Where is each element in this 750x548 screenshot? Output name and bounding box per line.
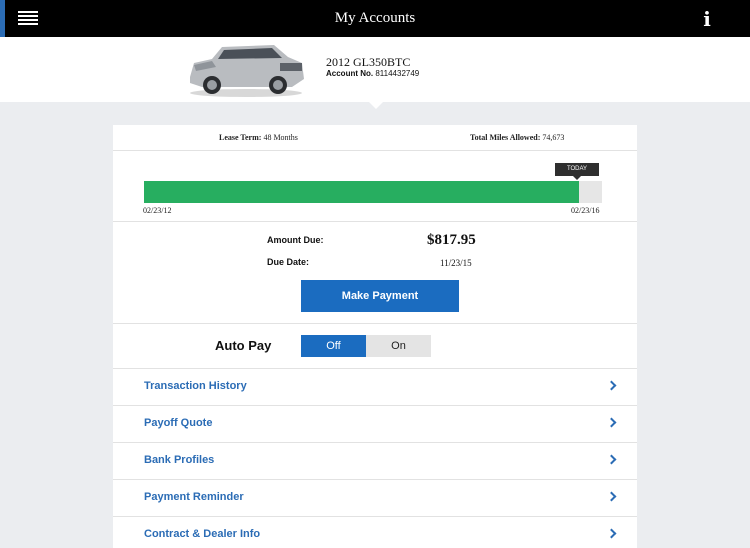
today-marker: TODAY (555, 163, 599, 180)
menu-item-bank-profiles[interactable]: Bank Profiles (113, 443, 637, 480)
menu-item-transaction-history[interactable]: Transaction History (113, 369, 637, 406)
miles-allowed-label: Total Miles Allowed: (470, 133, 541, 142)
lease-start-date: 02/23/12 (143, 206, 172, 215)
chevron-right-icon (606, 528, 617, 539)
auto-pay-toggle[interactable]: Off On (301, 335, 431, 357)
due-date-value: 11/23/15 (440, 258, 472, 268)
miles-allowed-value: 74,673 (542, 133, 565, 142)
lease-term-label: Lease Term: (219, 133, 262, 142)
menu-item-payment-reminder[interactable]: Payment Reminder (113, 480, 637, 517)
vehicle-name: 2012 GL350BTC (326, 55, 411, 69)
lease-term: Lease Term: 48 Months (219, 133, 298, 142)
vehicle-header: 2012 GL350BTC Account No. 8114432749 (0, 37, 750, 102)
lease-end-date: 02/23/16 (571, 206, 600, 215)
vehicle-image (190, 45, 304, 97)
menu-item-label: Contract & Dealer Info (144, 528, 261, 540)
account-label: Account No. (326, 69, 374, 78)
page-title: My Accounts (334, 10, 416, 26)
amount-due-label: Amount Due: (267, 235, 324, 245)
menu-item-contract-dealer-info[interactable]: Contract & Dealer Info (113, 517, 637, 548)
make-payment-button[interactable]: Make Payment (301, 280, 459, 312)
lease-summary: Lease Term: 48 Months Total Miles Allowe… (113, 125, 637, 151)
lease-term-value: 48 Months (263, 133, 298, 142)
auto-pay-on-option[interactable]: On (366, 335, 431, 357)
menu-item-payoff-quote[interactable]: Payoff Quote (113, 406, 637, 443)
lease-progress: TODAY 02/23/12 02/23/16 (113, 151, 637, 222)
account-value: 8114432749 (375, 69, 420, 78)
auto-pay-off-option[interactable]: Off (301, 335, 366, 357)
progress-fill (144, 181, 580, 203)
amount-due-value: $817.95 (427, 232, 476, 248)
header-notch (369, 102, 383, 109)
info-icon[interactable]: i (700, 8, 714, 30)
progress-track (144, 181, 602, 203)
miles-allowed: Total Miles Allowed: 74,673 (470, 133, 564, 142)
top-bar: My Accounts i (0, 0, 750, 37)
menu-item-label: Bank Profiles (144, 454, 215, 466)
due-date-label: Due Date: (267, 257, 310, 267)
chevron-right-icon (606, 491, 617, 502)
payment-due: Amount Due: $817.95 Due Date: 11/23/15 M… (113, 222, 637, 324)
menu-item-label: Transaction History (144, 380, 247, 392)
account-number: Account No. 8114432749 (326, 69, 419, 78)
lease-card: Lease Term: 48 Months Total Miles Allowe… (113, 125, 637, 548)
menu-item-label: Payoff Quote (144, 417, 213, 429)
chevron-right-icon (606, 454, 617, 465)
auto-pay-label: Auto Pay (215, 338, 272, 353)
auto-pay-row: Auto Pay Off On (113, 324, 637, 369)
chevron-right-icon (606, 380, 617, 391)
menu-item-label: Payment Reminder (144, 491, 244, 503)
chevron-right-icon (606, 417, 617, 428)
